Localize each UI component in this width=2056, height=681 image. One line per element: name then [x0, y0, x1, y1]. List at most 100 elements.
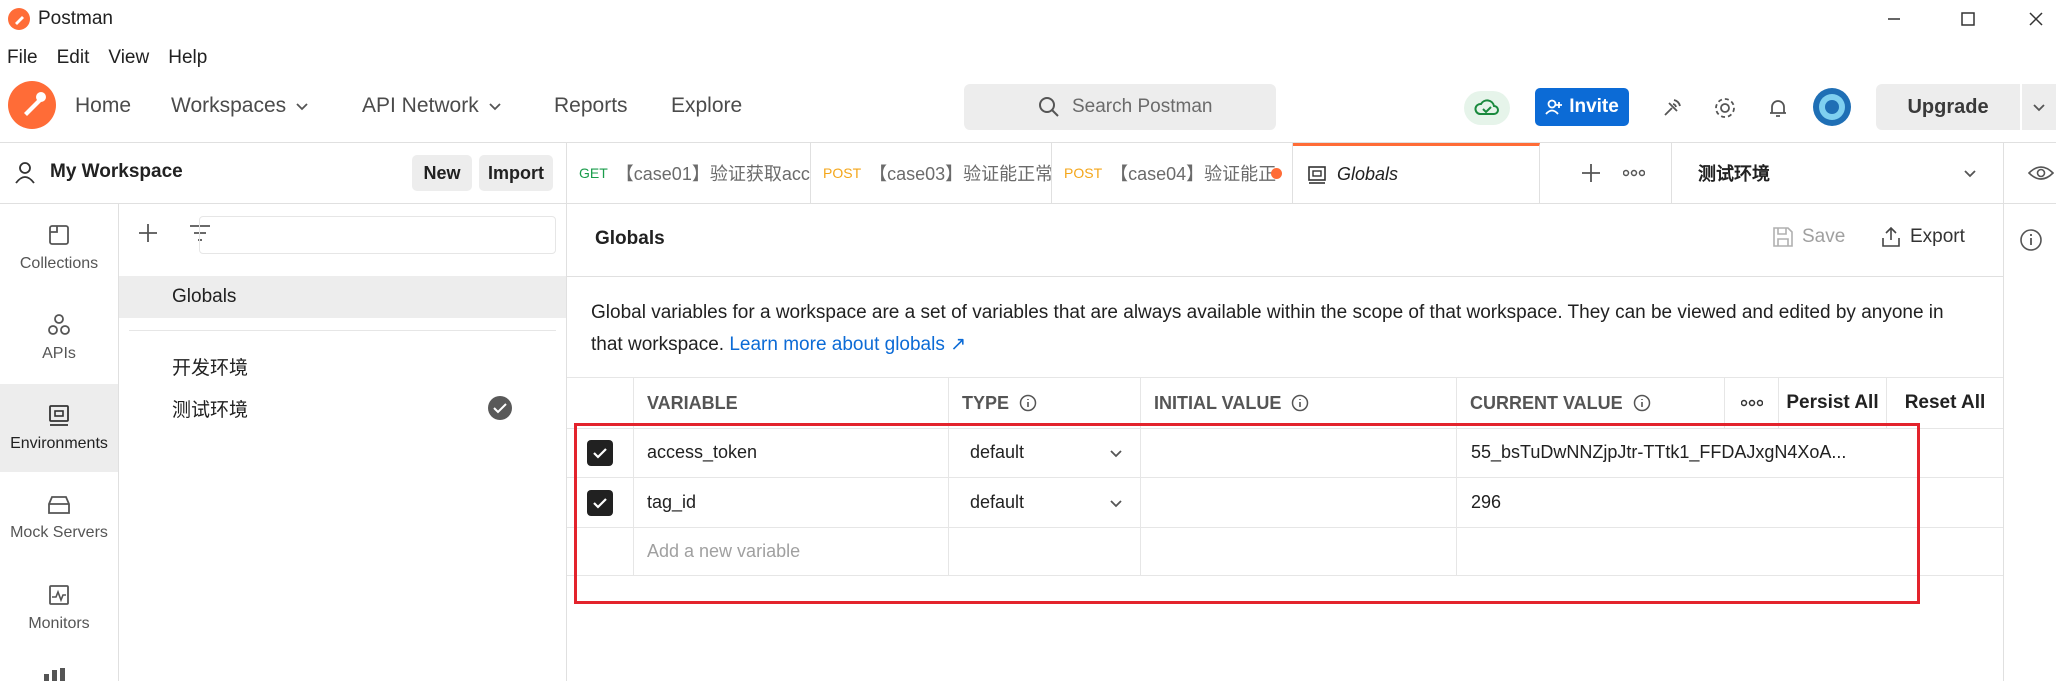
sidebar-item-label: Collections	[19, 255, 99, 272]
chevron-down-icon	[489, 103, 501, 111]
menu-help[interactable]: Help	[168, 47, 207, 69]
table-header-row: VARIABLE TYPE INITIAL VALUE CURRENT VALU…	[567, 377, 2003, 429]
new-button[interactable]: New	[412, 155, 472, 191]
sync-status-icon[interactable]	[1464, 91, 1510, 125]
info-icon[interactable]	[1633, 394, 1651, 412]
divider	[129, 330, 556, 331]
tab-label: 【case01】验证获取acc	[615, 164, 810, 184]
chevron-down-icon	[296, 103, 308, 111]
nav-home-label: Home	[75, 94, 132, 117]
user-icon	[15, 162, 35, 184]
export-icon	[1882, 226, 1900, 247]
menu-file[interactable]: File	[7, 47, 38, 69]
learn-more-link[interactable]: Learn more about globals ↗	[729, 334, 966, 355]
nav-workspaces-label: Workspaces	[171, 94, 287, 117]
export-button[interactable]: Export	[1880, 226, 1965, 248]
tab-request-case01[interactable]: GET 【case01】验证获取acc	[567, 143, 811, 203]
close-window-button[interactable]	[2016, 4, 2056, 34]
menu-view[interactable]: View	[108, 47, 149, 69]
tab-globals[interactable]: Globals	[1293, 143, 1540, 203]
tab-label: 【case04】验证能正	[1110, 164, 1277, 184]
postman-home-logo-icon[interactable]	[8, 81, 56, 129]
more-sidebar-icon[interactable]	[42, 668, 68, 681]
menu-bar: File Edit View Help	[0, 42, 219, 74]
env-item-label: 测试环境	[172, 399, 249, 421]
tab-request-case03[interactable]: POST 【case03】验证能正常	[811, 143, 1052, 203]
column-header-label: VARIABLE	[647, 392, 738, 413]
import-button[interactable]: Import	[479, 155, 553, 191]
save-button[interactable]: Save	[1772, 226, 1845, 248]
save-label: Save	[1802, 226, 1846, 247]
environment-selector[interactable]: 测试环境	[1672, 143, 2002, 203]
sidebar-item-label: Monitors	[28, 615, 90, 632]
upgrade-button[interactable]: Upgrade	[1876, 84, 2020, 130]
env-item-globals[interactable]: Globals	[119, 276, 566, 318]
more-options-icon[interactable]	[1725, 378, 1779, 428]
env-item-test[interactable]: 测试环境	[119, 387, 566, 429]
nav-explore-label: Explore	[671, 94, 743, 117]
env-item-dev[interactable]: 开发环境	[119, 345, 566, 387]
nav-workspaces[interactable]: Workspaces	[171, 94, 310, 118]
tab-bar: GET 【case01】验证获取acc POST 【case03】验证能正常 P…	[567, 143, 2056, 204]
save-icon	[1773, 227, 1793, 247]
environments-icon	[49, 405, 69, 426]
column-header-initial-value: INITIAL VALUE	[1141, 378, 1457, 428]
nav-home[interactable]: Home	[75, 94, 131, 118]
persist-all-button[interactable]: Persist All	[1779, 378, 1887, 428]
filter-input[interactable]	[199, 216, 556, 254]
more-tabs-icon[interactable]	[1623, 169, 1645, 177]
info-icon[interactable]	[2019, 228, 2043, 252]
sidebar-item-collections[interactable]: Collections	[0, 204, 118, 292]
search-icon	[1039, 97, 1059, 117]
app-title: Postman	[38, 8, 113, 29]
collections-icon	[49, 225, 69, 245]
column-header-label: INITIAL VALUE	[1154, 392, 1282, 413]
mock-servers-icon	[48, 496, 70, 514]
reset-all-button[interactable]: Reset All	[1887, 378, 2003, 428]
upgrade-dropdown-button[interactable]	[2022, 84, 2056, 130]
nav-reports[interactable]: Reports	[554, 94, 628, 118]
highlight-annotation-box	[574, 423, 1920, 604]
method-badge: POST	[823, 165, 862, 181]
chevron-down-icon	[1964, 170, 1976, 178]
workspace-name[interactable]: My Workspace	[50, 161, 183, 183]
nav-api-network-label: API Network	[362, 94, 479, 117]
invite-button[interactable]: Invite	[1535, 88, 1629, 126]
maximize-button[interactable]	[1948, 4, 1988, 34]
minimize-button[interactable]	[1874, 4, 1914, 34]
title-bar: Postman	[0, 0, 2056, 38]
globals-panel-header: Globals Save Export	[567, 204, 2003, 277]
user-avatar[interactable]	[1813, 88, 1851, 126]
invite-label: Invite	[1569, 96, 1619, 117]
workspace-header: My Workspace New Import	[0, 143, 567, 204]
apis-icon	[48, 314, 70, 335]
environment-list: Globals 开发环境 测试环境	[119, 204, 567, 681]
settings-gear-icon[interactable]	[1708, 91, 1742, 125]
add-environment-icon[interactable]	[137, 222, 159, 244]
new-tab-icon[interactable]	[1580, 162, 1602, 184]
satellite-icon[interactable]	[1655, 91, 1689, 125]
tab-request-case04[interactable]: POST 【case04】验证能正	[1052, 143, 1293, 203]
nav-api-network[interactable]: API Network	[362, 94, 503, 118]
unsaved-dot-icon	[1271, 168, 1282, 179]
info-icon[interactable]	[1019, 394, 1037, 412]
eye-icon[interactable]	[2028, 164, 2054, 182]
checkbox-column-header	[567, 378, 634, 428]
search-placeholder: Search Postman	[1072, 96, 1213, 117]
chevron-down-icon	[2033, 104, 2045, 112]
tab-label: Globals	[1337, 164, 1399, 184]
info-icon[interactable]	[1291, 394, 1309, 412]
sidebar-item-mock-servers[interactable]: Mock Servers	[0, 474, 118, 562]
sidebar-item-monitors[interactable]: Monitors	[0, 564, 118, 652]
column-header-label: TYPE	[962, 392, 1010, 413]
active-check-icon[interactable]	[488, 396, 512, 420]
postman-logo-icon	[8, 8, 30, 30]
menu-edit[interactable]: Edit	[57, 47, 90, 69]
nav-reports-label: Reports	[554, 94, 628, 117]
sidebar-item-environments[interactable]: Environments	[0, 384, 118, 472]
search-input[interactable]: Search Postman	[964, 84, 1276, 130]
sidebar-item-apis[interactable]: APIs	[0, 294, 118, 382]
tab-label: 【case03】验证能正常	[869, 164, 1052, 184]
notifications-bell-icon[interactable]	[1761, 91, 1795, 125]
nav-explore[interactable]: Explore	[671, 94, 742, 118]
